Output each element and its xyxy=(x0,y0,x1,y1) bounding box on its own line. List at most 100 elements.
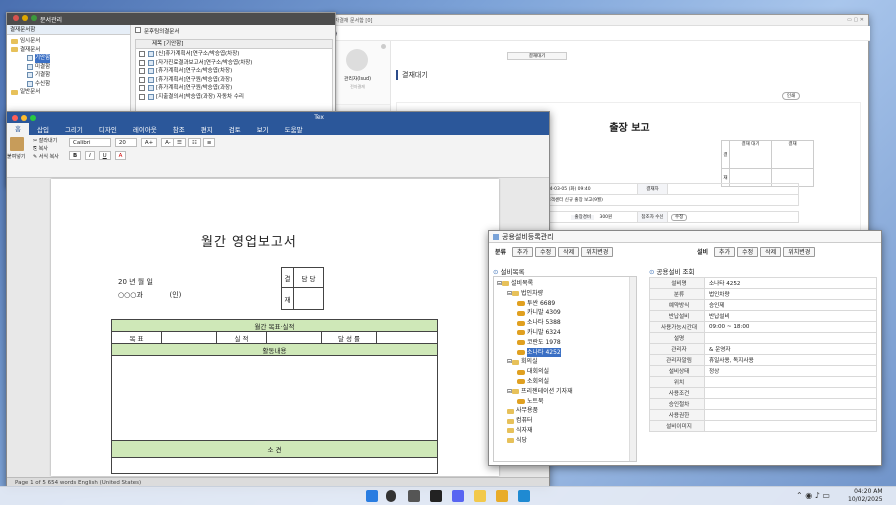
ribbon-tab[interactable]: 디자인 xyxy=(91,124,125,134)
toolbar-button[interactable]: 삭제 xyxy=(558,247,580,257)
tree-node[interactable]: 식당 xyxy=(497,436,636,446)
numbering-button[interactable]: ☷ xyxy=(187,138,201,147)
toolbar-button[interactable]: 설비 xyxy=(693,248,712,258)
clock[interactable]: 04:20 AM 10/02/2025 xyxy=(848,488,883,504)
goal-col: 실 적 xyxy=(216,331,267,344)
folder-icon[interactable] xyxy=(474,490,486,502)
avatar[interactable] xyxy=(346,49,368,71)
tree-node[interactable]: 소나타 5388 xyxy=(497,318,636,328)
tab-approval-waiting[interactable]: 결재대기 xyxy=(507,52,567,60)
bold-button[interactable]: B xyxy=(69,151,82,160)
window-controls[interactable] xyxy=(13,15,40,23)
tree-node[interactable]: ⊟ 프리젠테이션 기자재 xyxy=(497,387,636,397)
tree-node[interactable]: 컴퓨터 xyxy=(497,416,636,426)
checkbox[interactable] xyxy=(139,76,145,83)
folder-icon xyxy=(512,359,520,365)
gear-icon[interactable] xyxy=(381,44,386,49)
tree-node[interactable]: ⊟ 설비목록 xyxy=(497,279,636,289)
tree-item[interactable]: 결재문서 xyxy=(11,46,130,55)
tree-node[interactable]: 노트북 xyxy=(497,397,636,407)
cut-button[interactable]: ✂ 잘라내기 xyxy=(33,137,59,145)
toolbar-button[interactable]: 분류 xyxy=(491,248,510,258)
document-page[interactable]: 월간 영업보고서 결담 당 재 20 년 월 일 ○○○과 (인) 월간 목표·… xyxy=(51,179,499,476)
toolbar-button[interactable]: 삭제 xyxy=(760,247,782,257)
tree-node[interactable]: ⊟ 회의실 xyxy=(497,357,636,367)
font-color-button[interactable]: A xyxy=(114,151,127,160)
tree-node[interactable]: 투싼 6689 xyxy=(497,299,636,309)
search-icon[interactable] xyxy=(386,490,396,502)
checkbox[interactable] xyxy=(139,51,145,58)
ribbon-tab[interactable]: 레이아웃 xyxy=(125,124,165,134)
discord-icon[interactable] xyxy=(452,490,464,502)
format-painter-button[interactable]: ✎ 서식 복사 xyxy=(33,153,59,161)
ribbon-tab[interactable]: 삽입 xyxy=(29,124,57,134)
tray-icons[interactable]: ⌃ ◉ ♪ ▭ xyxy=(796,491,830,500)
toolbar-button[interactable]: 수정 xyxy=(535,247,557,257)
tab-approval-box[interactable]: 결재문서함 xyxy=(7,25,130,35)
tree-item[interactable]: 수신함 xyxy=(11,80,130,89)
edit-button[interactable]: 수정 xyxy=(671,214,688,221)
ribbon-tab[interactable]: 검토 xyxy=(221,124,249,134)
list-item[interactable]: [휴가계획서]연구원/박승엽(과장) xyxy=(139,76,332,85)
toolbar-button[interactable]: 추가 xyxy=(512,247,534,257)
maximize-icon[interactable] xyxy=(30,114,36,121)
tree-item-label: 기안함 xyxy=(35,54,51,63)
minimize-icon[interactable] xyxy=(21,114,27,121)
bullets-button[interactable]: ☰ xyxy=(173,138,186,147)
close-icon[interactable] xyxy=(12,114,18,121)
tree-node[interactable]: 소회의실 xyxy=(497,377,636,387)
ribbon-tab[interactable]: 보기 xyxy=(249,124,277,134)
tree-node[interactable]: 대회의실 xyxy=(497,367,636,377)
print-button[interactable]: 인쇄 xyxy=(782,92,800,100)
tree-item[interactable]: 미결함 xyxy=(11,63,130,72)
checkbox[interactable] xyxy=(139,85,145,92)
font-select[interactable]: Calibri xyxy=(69,138,111,147)
task-view-icon[interactable] xyxy=(408,490,420,502)
grow-font-button[interactable]: A+ xyxy=(140,138,158,147)
paste-label[interactable]: 붙여넣기 xyxy=(7,153,25,160)
secondary-tab[interactable]: 문후팀의결문서 xyxy=(135,27,179,35)
ribbon-tab[interactable]: 그리기 xyxy=(57,124,91,134)
tree-item[interactable]: 기결함 xyxy=(11,71,130,80)
tree-node[interactable]: 식자재 xyxy=(497,426,636,436)
window-controls[interactable]: ▭ ▢ ✕ xyxy=(847,17,864,23)
tree-node[interactable]: 소나타 4252 xyxy=(497,347,636,358)
tree-item[interactable]: 임시문서 xyxy=(11,37,130,46)
list-item[interactable]: [휴가계획서]연구소/박승엽(차장) xyxy=(139,67,332,76)
tree-node[interactable]: 카니발 4309 xyxy=(497,308,636,318)
toolbar-button[interactable]: 위치변경 xyxy=(783,247,816,257)
list-item[interactable]: [지출결의서]박승엽(과장) 자동차 수리 xyxy=(139,93,332,102)
checkbox[interactable] xyxy=(139,68,145,75)
toolbar-button[interactable]: 수정 xyxy=(737,247,759,257)
ribbon-tab[interactable]: 편지 xyxy=(193,124,221,134)
toolbar-button[interactable]: 위치변경 xyxy=(581,247,614,257)
underline-button[interactable]: U xyxy=(98,151,111,160)
ribbon-tab[interactable]: 홈 xyxy=(7,123,29,135)
info-value xyxy=(667,183,799,195)
tree-item[interactable]: 기안함 xyxy=(11,54,130,63)
toolbar-button[interactable]: 추가 xyxy=(714,247,736,257)
tree-node[interactable]: ⊟ 법인차량 xyxy=(497,289,636,299)
terminal-icon[interactable] xyxy=(430,490,442,502)
list-item[interactable]: [자가진료결과보고서]연구소/박승엽(차장) xyxy=(139,59,332,68)
copy-button[interactable]: ⎘ 복사 xyxy=(33,145,59,153)
start-icon[interactable] xyxy=(366,490,378,502)
tree-item[interactable]: 일반문서 xyxy=(11,88,130,97)
list-item[interactable]: [신]휴가계획서[연구소/박승엽(차장) xyxy=(139,50,332,59)
ribbon-tab[interactable]: 참조 xyxy=(165,124,193,134)
font-size-select[interactable]: 20 xyxy=(114,138,137,147)
checkbox[interactable] xyxy=(139,93,145,100)
list-item[interactable]: [휴가계획서]연구원/박승엽(과장) xyxy=(139,84,332,93)
tree-node[interactable]: 코란도 1978 xyxy=(497,338,636,348)
checkbox[interactable] xyxy=(139,59,145,66)
ribbon-tab[interactable]: 도움말 xyxy=(277,124,311,134)
property-row: 설비이미지 xyxy=(649,420,877,432)
italic-button[interactable]: I xyxy=(85,151,95,160)
vscode-icon[interactable] xyxy=(518,490,530,502)
tree-node[interactable]: 사무용품 xyxy=(497,406,636,416)
tree-scrollbar[interactable] xyxy=(629,277,636,461)
align-button[interactable]: ≡ xyxy=(202,138,216,147)
app-icon-2[interactable] xyxy=(496,490,508,502)
paste-icon[interactable] xyxy=(10,137,24,151)
tree-node[interactable]: 카니발 6324 xyxy=(497,328,636,338)
